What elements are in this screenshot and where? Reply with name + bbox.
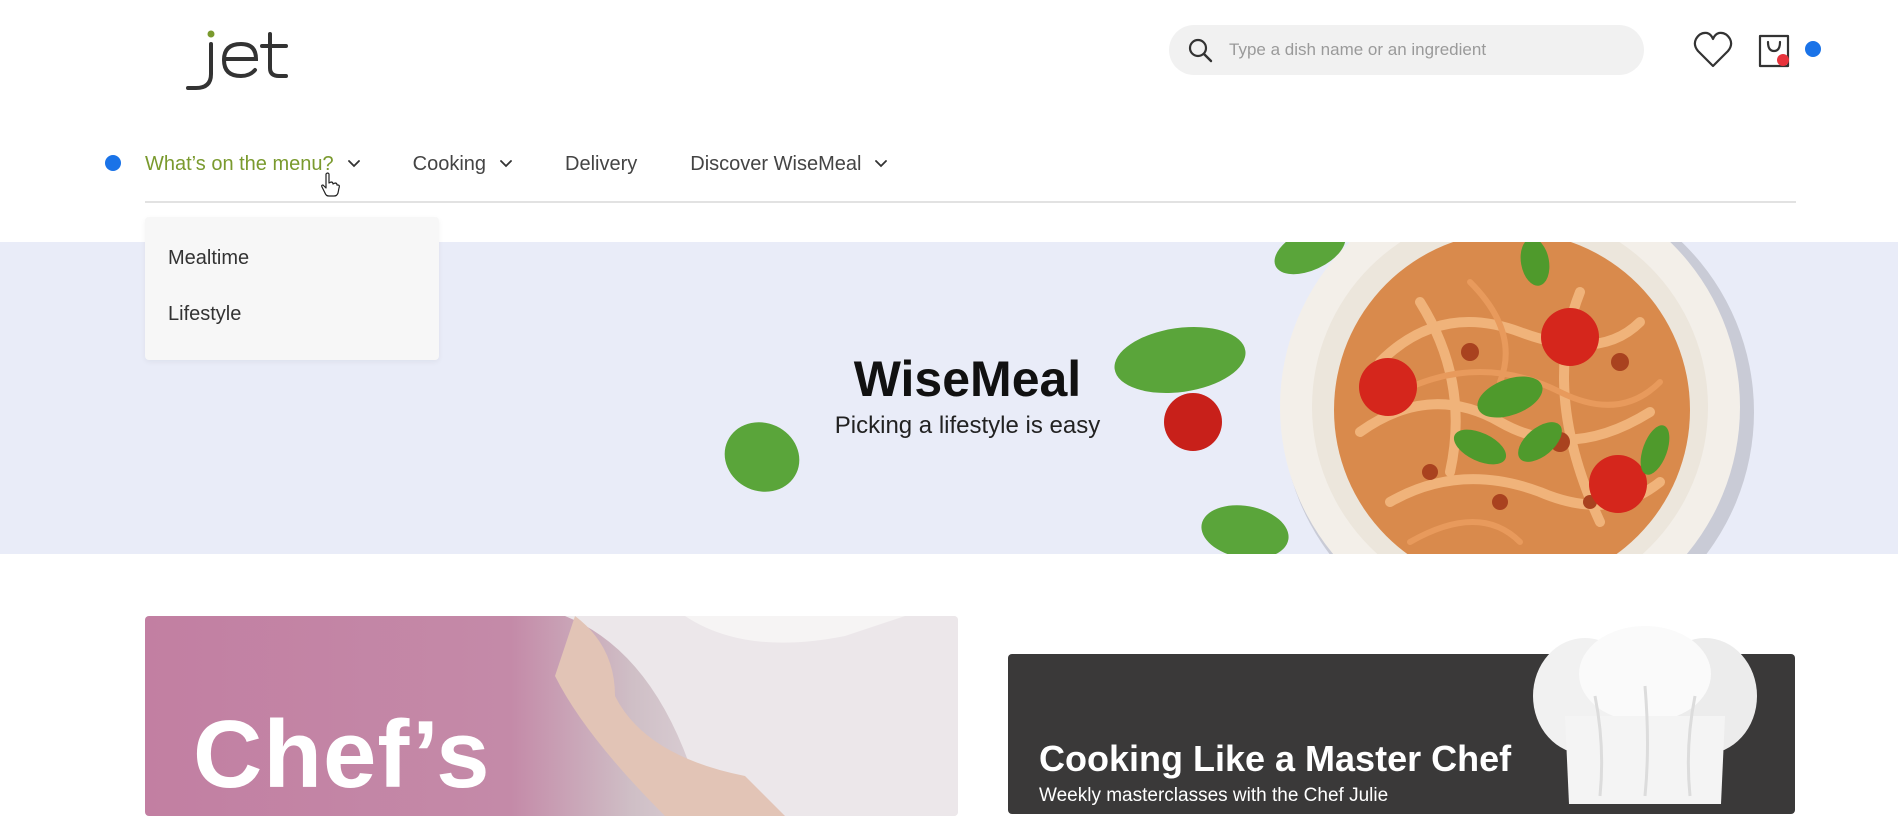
search-icon [1188,38,1213,63]
nav-item-label: Delivery [565,152,638,175]
marker-dot [1805,41,1821,57]
dropdown-item-mealtime[interactable]: Mealtime [168,247,249,270]
card-heading: Chef’s [193,701,491,808]
nav-item-label: Cooking [412,152,487,175]
menu-dropdown: Mealtime Lifestyle [145,217,439,360]
chevron-down-icon [347,160,360,168]
hero-subtitle: Picking a lifestyle is easy [834,412,1101,439]
cart-badge [1777,54,1789,66]
nav-item-delivery[interactable]: Delivery [565,153,637,176]
nav-item-discover-wisemeal[interactable]: Discover WiseMeal [690,152,888,176]
nav-item-label: Discover WiseMeal [690,152,862,175]
chevron-down-icon [500,160,512,168]
main-nav: What’s on the menu? Cooking Delivery Dis… [145,148,940,180]
nav-item-label: What’s on the menu? [145,152,334,175]
search-input[interactable] [1227,39,1631,61]
card-title: Cooking Like a Master Chef [1039,738,1512,779]
marker-dot [105,155,121,171]
nav-item-cooking[interactable]: Cooking [413,153,512,176]
logo-mark [186,30,288,90]
heart-icon[interactable] [1693,31,1733,69]
chef-hat-icon [1533,626,1757,804]
dropdown-item-lifestyle[interactable]: Lifestyle [168,303,241,326]
search-bar[interactable] [1169,25,1644,75]
jet-logo[interactable] [186,30,292,92]
hand-pointer-cursor [321,172,340,197]
chevron-down-icon [875,160,888,168]
nav-divider [145,201,1796,203]
chefs-choice-card[interactable]: Chef’s [145,616,958,816]
